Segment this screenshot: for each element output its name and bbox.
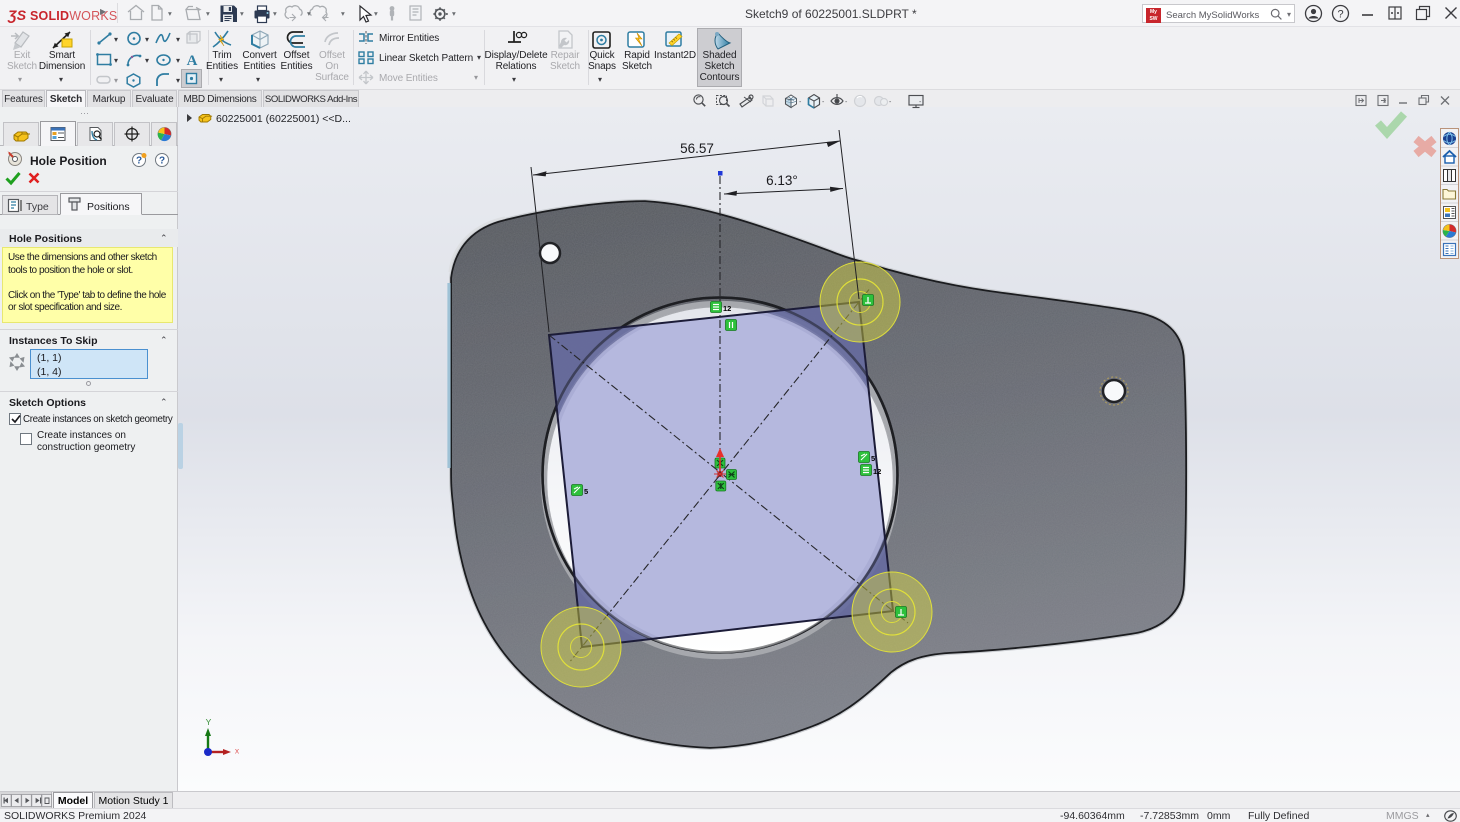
svg-text:▾: ▾ <box>273 9 277 18</box>
svg-text:▾: ▾ <box>307 9 311 18</box>
svg-text:12: 12 <box>873 467 881 476</box>
svg-text:▾: ▾ <box>452 9 456 18</box>
svg-text:-: - <box>845 99 848 106</box>
svg-text:-: - <box>822 99 825 106</box>
svg-text:▾: ▾ <box>240 9 244 18</box>
svg-text:6.13°: 6.13° <box>766 173 798 188</box>
svg-text:▾: ▾ <box>341 9 345 18</box>
svg-text:-: - <box>799 99 802 106</box>
svg-text:12: 12 <box>723 304 731 313</box>
svg-text:Y: Y <box>206 717 212 727</box>
svg-text:?: ? <box>136 156 142 167</box>
svg-text:▾: ▾ <box>206 9 210 18</box>
svg-text:?: ? <box>1337 9 1343 21</box>
svg-text:56.57: 56.57 <box>680 141 714 156</box>
svg-text:?: ? <box>159 156 165 167</box>
svg-text:▾: ▾ <box>374 9 378 18</box>
svg-text:60225001 (60225001) <<D...: 60225001 (60225001) <<D... <box>216 113 351 125</box>
svg-text:-: - <box>889 99 892 106</box>
svg-text:▾: ▾ <box>168 9 172 18</box>
svg-text:5: 5 <box>871 454 875 463</box>
svg-text:5: 5 <box>584 487 588 496</box>
